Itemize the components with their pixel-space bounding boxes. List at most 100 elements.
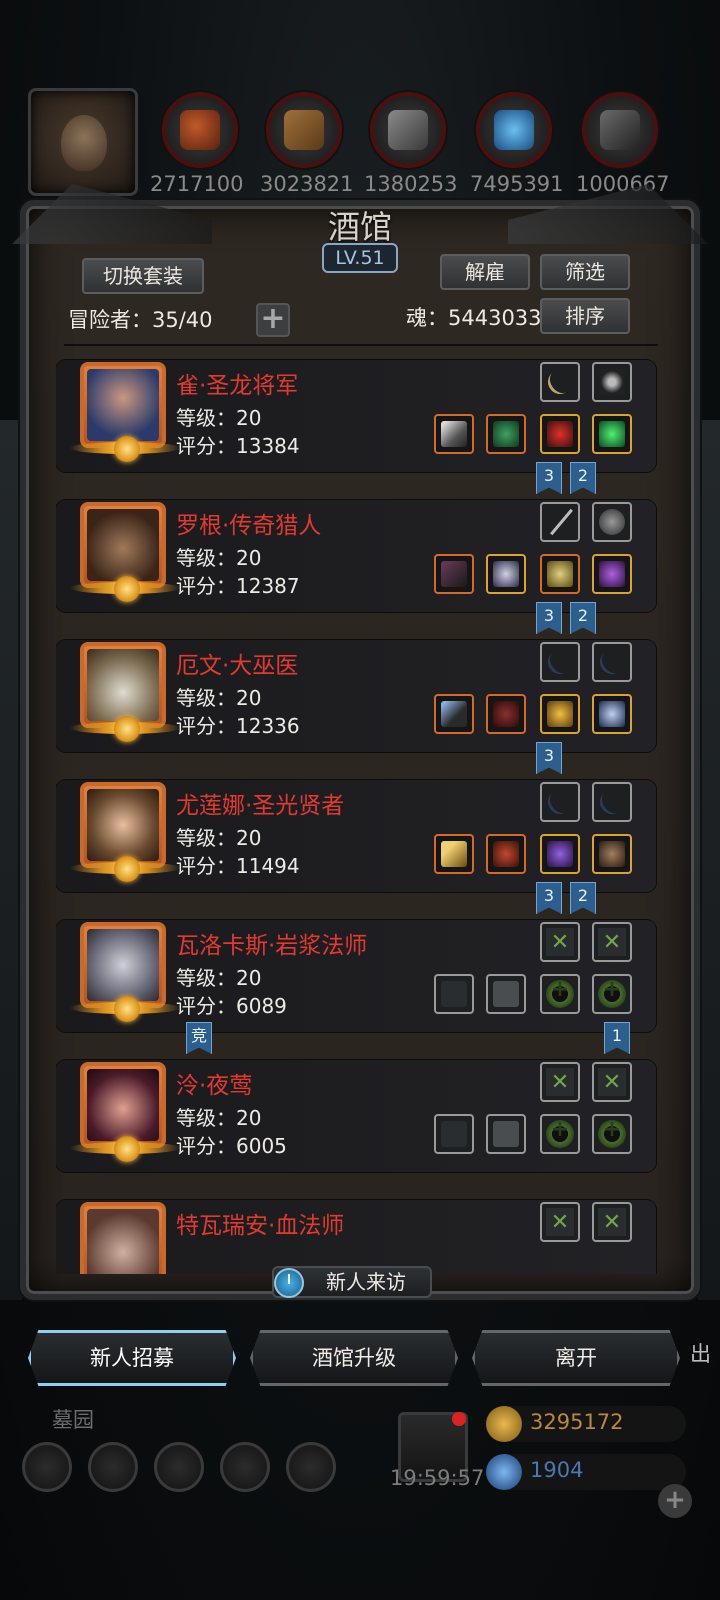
amulet-slot-icon[interactable] xyxy=(540,554,580,594)
tavern-level-badge: LV.51 xyxy=(322,243,398,273)
hero-row[interactable]: 尤莲娜·圣光贤者 等级：20 评分：11494 xyxy=(56,776,656,896)
switch-outfit-button[interactable]: 切换套装 xyxy=(82,258,204,294)
bow-slot-icon[interactable] xyxy=(592,782,632,822)
iron-resource-icon[interactable] xyxy=(582,92,658,168)
empty-slot-icon[interactable] xyxy=(540,1202,580,1242)
hero-score: 评分：12336 xyxy=(176,714,300,738)
empty-armor-slot-icon[interactable] xyxy=(486,1114,526,1154)
ring-slot-icon[interactable] xyxy=(592,554,632,594)
sword-slot-icon[interactable] xyxy=(434,414,474,454)
background-right-panel xyxy=(698,420,720,1300)
empty-slot-icon[interactable] xyxy=(540,922,580,962)
hero-name: 厄文·大巫医 xyxy=(176,653,299,679)
hero-portrait[interactable] xyxy=(70,782,180,882)
hero-row[interactable]: 瓦洛卡斯·岩浆法师 等级：20 评分：6089 xyxy=(56,916,656,1036)
hero-level: 等级：20 xyxy=(176,966,262,990)
shield-slot-icon[interactable] xyxy=(486,554,526,594)
wood-resource-icon[interactable] xyxy=(266,92,342,168)
resource-count-3: 1380253 xyxy=(364,172,458,196)
hero-name: 瓦洛卡斯·岩浆法师 xyxy=(176,933,368,959)
leave-button[interactable]: 离开 xyxy=(472,1330,680,1386)
ring-slot-icon[interactable] xyxy=(592,414,632,454)
hammer-slot-icon[interactable] xyxy=(434,834,474,874)
hero-row[interactable]: 特瓦瑞安·血法师 xyxy=(56,1196,656,1274)
adventurer-count: 冒险者：35/40 xyxy=(68,308,213,332)
meat-resource-icon[interactable] xyxy=(162,92,238,168)
bow-slot-icon[interactable] xyxy=(592,642,632,682)
upgrade-tavern-button[interactable]: 酒馆升级 xyxy=(250,1330,458,1386)
resource-count-4: 7495391 xyxy=(470,172,564,196)
empty-ring-slot-icon[interactable] xyxy=(540,974,580,1014)
empty-weapon-slot-icon[interactable] xyxy=(434,974,474,1014)
hero-row[interactable]: 泠·夜莺 等级：20 评分：6005 xyxy=(56,1056,656,1176)
armor-slot-icon[interactable] xyxy=(486,414,526,454)
rank-tag: 2 xyxy=(570,882,596,914)
empty-weapon-slot-icon[interactable] xyxy=(434,1114,474,1154)
cube-icon[interactable] xyxy=(286,1442,336,1492)
hero-portrait[interactable] xyxy=(70,922,180,1022)
compete-tag: 竞 xyxy=(186,1022,212,1054)
armor-slot-icon[interactable] xyxy=(486,834,526,874)
hall-icon[interactable] xyxy=(154,1442,204,1492)
hero-portrait[interactable] xyxy=(70,362,180,462)
empty-armor-slot-icon[interactable] xyxy=(486,974,526,1014)
staff-slot-icon[interactable] xyxy=(540,502,580,542)
hero-row[interactable]: 雀·圣龙将军 等级：20 评分：13384 xyxy=(56,356,656,476)
bow-slot-icon[interactable] xyxy=(540,642,580,682)
bow-slot-icon[interactable] xyxy=(540,782,580,822)
empty-slot-icon[interactable] xyxy=(592,1202,632,1242)
hero-level: 等级：20 xyxy=(176,546,262,570)
hero-level: 等级：20 xyxy=(176,406,262,430)
empty-slot-icon[interactable] xyxy=(592,922,632,962)
gear-icon[interactable] xyxy=(22,1442,72,1492)
resource-count-1: 2717100 xyxy=(150,172,244,196)
empty-slot-icon[interactable] xyxy=(592,1062,632,1102)
wand-slot-icon[interactable] xyxy=(434,694,474,734)
background-left-panel xyxy=(0,420,22,1300)
rank-tag: 3 xyxy=(536,882,562,914)
hero-level: 等级：20 xyxy=(176,686,262,710)
hero-score: 评分：12387 xyxy=(176,574,300,598)
add-slot-button[interactable]: + xyxy=(256,303,290,337)
recruit-button[interactable]: 新人招募 xyxy=(28,1330,236,1386)
emblem-slot-icon[interactable] xyxy=(592,362,632,402)
crystal-resource-icon[interactable] xyxy=(476,92,552,168)
sort-button[interactable]: 排序 xyxy=(540,298,630,334)
hero-row[interactable]: 厄文·大巫医 等级：20 评分：12336 xyxy=(56,636,656,756)
hero-name: 特瓦瑞安·血法师 xyxy=(176,1213,345,1239)
crossbow-slot-icon[interactable] xyxy=(434,554,474,594)
mask-slot-icon[interactable] xyxy=(592,834,632,874)
mail-icon[interactable] xyxy=(220,1442,270,1492)
hero-portrait[interactable] xyxy=(80,1202,166,1274)
ring-slot-icon[interactable] xyxy=(540,694,580,734)
side-label: 出 xyxy=(690,1342,711,1366)
amulet-slot-icon[interactable] xyxy=(540,414,580,454)
hero-portrait[interactable] xyxy=(70,1062,180,1162)
dismiss-button[interactable]: 解雇 xyxy=(440,254,530,290)
rank-tag: 3 xyxy=(536,602,562,634)
gift-timer: 19:59:57 xyxy=(390,1466,485,1490)
hero-list[interactable]: 雀·圣龙将军 等级：20 评分：13384 3 2 罗根·传奇猎人 等级：20 … xyxy=(56,356,660,1274)
empty-ring-slot-icon[interactable] xyxy=(592,1114,632,1154)
empty-ring-slot-icon[interactable] xyxy=(592,974,632,1014)
mask-slot-icon[interactable] xyxy=(592,502,632,542)
divider xyxy=(64,344,658,346)
player-avatar[interactable] xyxy=(28,88,138,196)
hero-row[interactable]: 罗根·传奇猎人 等级：20 评分：12387 xyxy=(56,496,656,616)
empty-ring-slot-icon[interactable] xyxy=(540,1114,580,1154)
stone-resource-icon[interactable] xyxy=(370,92,446,168)
orb-slot-icon[interactable] xyxy=(540,834,580,874)
robe-slot-icon[interactable] xyxy=(486,694,526,734)
filter-button[interactable]: 筛选 xyxy=(540,254,630,290)
hero-score: 评分：13384 xyxy=(176,434,300,458)
add-gems-button[interactable]: + xyxy=(658,1484,692,1518)
star-icon[interactable] xyxy=(88,1442,138,1492)
hero-portrait[interactable] xyxy=(70,502,180,602)
rank-tag: 2 xyxy=(570,602,596,634)
empty-slot-icon[interactable] xyxy=(540,1062,580,1102)
hero-name: 泠·夜莺 xyxy=(176,1073,253,1099)
charm-slot-icon[interactable] xyxy=(592,694,632,734)
hero-portrait[interactable] xyxy=(70,642,180,742)
hero-score: 评分：11494 xyxy=(176,854,300,878)
bow-slot-icon[interactable] xyxy=(540,362,580,402)
